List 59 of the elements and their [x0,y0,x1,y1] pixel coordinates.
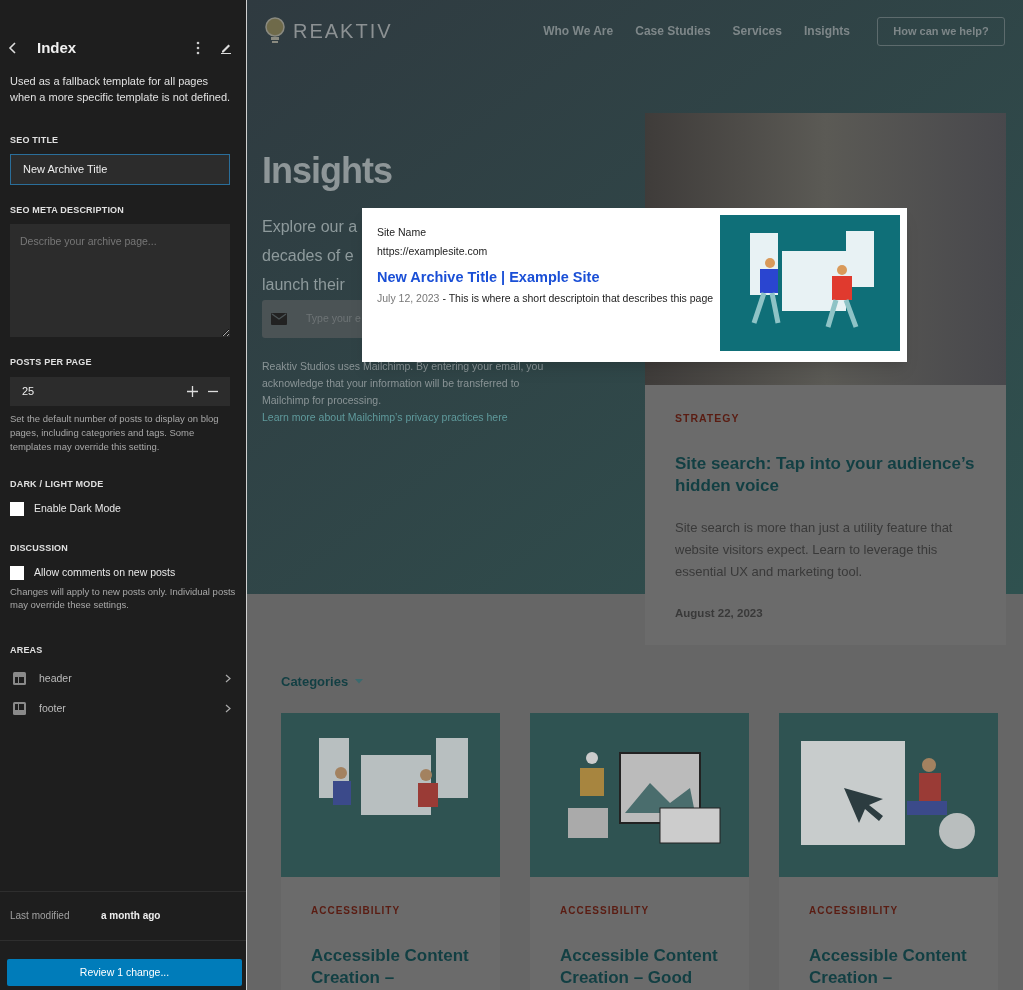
nav-link[interactable]: Who We Are [543,22,614,40]
nav-link[interactable]: Services [732,22,782,40]
mailchimp-disclaimer: Reaktiv Studios uses Mailchimp. By entering your email, you acknowledge that your information will be transferred to Mailchimp for processing. Learn more about Mailchimp’s privacy practices here [262,359,545,425]
meta-label: Last modified [10,909,71,924]
section-label: AREAS [10,644,44,657]
checkbox[interactable] [10,566,24,581]
post-title[interactable]: Site search: Tap into your audience’s hidden voice [675,452,976,497]
section-label: DISCUSSION [10,541,69,555]
help-text: Set the default number of posts to display on blog pages, including categories and tags. Some templates may override this setting. [10,411,220,454]
meta-description-field[interactable]: Describe your archive page... [10,224,230,337]
header-layout-icon [13,672,26,685]
chevron-right-icon [225,674,231,683]
page-heading: Insights [262,149,393,193]
post-title[interactable]: Accessible Content Creation – Good [560,944,719,989]
template-description: Used as a fallback template for all pages when a more specific template is not defined. [10,74,232,105]
posts-per-page-field[interactable]: 25 [10,376,230,406]
chevron-right-icon [225,704,231,713]
lightbulb-logo-icon [265,17,285,45]
section-label: SEO TITLE [10,134,60,147]
checkbox[interactable] [10,501,24,516]
panel-title: Index [37,37,78,58]
nav-link[interactable]: Insights [804,22,850,40]
nav-link[interactable]: Case Studies [635,22,711,40]
section-label: DARK / LIGHT MODE [10,477,105,491]
caret-down-icon [355,679,364,685]
result-description: - This is where a short descriptoin that describes this page [442,291,714,307]
section-label: POSTS PER PAGE [10,356,93,369]
categories-dropdown[interactable]: Categories [281,672,1023,692]
back-icon[interactable] [8,42,18,54]
help-button[interactable]: How can we help? [877,16,1005,46]
logo-wordmark: REAKTIV [293,19,394,44]
plus-icon[interactable] [187,385,198,397]
checkbox-label: Enable Dark Mode [34,501,121,516]
area-item[interactable]: header [10,663,236,694]
post-category: STRATEGY [675,411,741,426]
review-changes-button[interactable]: Review 1 change... [7,959,242,986]
edit-icon[interactable] [220,42,232,54]
post-title[interactable]: Accessible Content Creation – [311,944,470,989]
result-title[interactable]: New Archive Title | Example Site [377,266,717,289]
intro-text: Explore our a [262,217,358,237]
post-category: ACCESSIBILITY [809,903,900,918]
intro-text: launch their [262,275,345,295]
help-text: Changes will apply to new posts only. Individual posts may override these settings. [10,585,236,611]
checkbox-label: Allow comments on new posts [34,565,176,581]
site-name: Site Name [377,225,428,240]
section-label: SEO META DESCRIPTION [10,203,125,217]
seo-title-field[interactable]: New Archive Title [10,153,230,185]
area-item[interactable]: footer [10,693,236,724]
meta-value: a month ago [101,909,161,924]
site-url: https://examplesite.com [377,243,489,259]
privacy-link[interactable]: Learn more about Mailchimp’s privacy practices here [262,411,508,423]
post-category: ACCESSIBILITY [311,903,402,918]
post-category: ACCESSIBILITY [560,903,651,918]
mail-icon [271,313,287,325]
more-options-icon[interactable] [196,41,200,55]
footer-layout-icon [13,702,26,715]
post-title[interactable]: Accessible Content Creation – [809,944,968,989]
intro-text: decades of e [262,246,354,266]
result-date: July 12, 2023 [377,291,440,307]
